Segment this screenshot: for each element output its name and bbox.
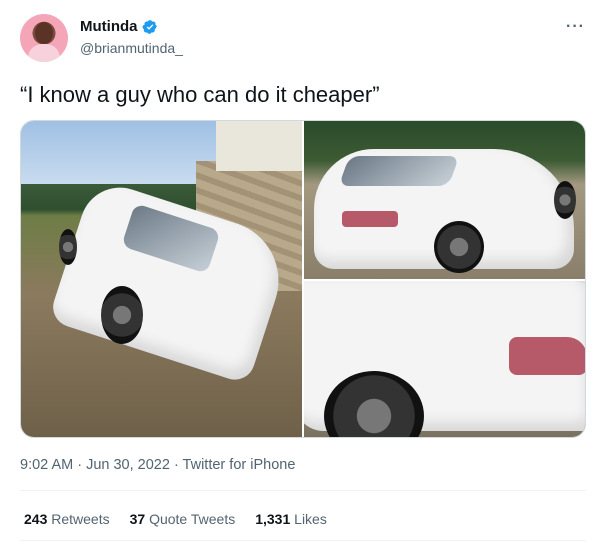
photo-car-front[interactable] (21, 121, 302, 437)
quote-tweets-stat[interactable]: 37 Quote Tweets (130, 511, 236, 527)
avatar-face (35, 22, 53, 44)
car-wheel (59, 229, 77, 265)
car-wheel (101, 286, 143, 344)
likes-count: 1,331 (255, 511, 291, 527)
retweets-count: 243 (24, 511, 48, 527)
author-handle[interactable]: @brianmutinda_ (80, 40, 183, 56)
car-wheel (554, 181, 576, 219)
author-display-name[interactable]: Mutinda (80, 18, 138, 35)
engagement-stats: 243 Retweets 37 Quote Tweets 1,331 Likes (24, 511, 327, 527)
car-taillight (509, 337, 585, 375)
avatar-body (28, 44, 60, 62)
retweets-label: Retweets (51, 511, 110, 527)
car-taillight (342, 211, 398, 227)
divider (20, 490, 586, 491)
car-rear-window (338, 156, 460, 186)
author-name-row[interactable]: Mutinda (80, 18, 158, 35)
retweets-stat[interactable]: 243 Retweets (24, 511, 110, 527)
house-wall (216, 121, 302, 171)
photo-car-rear[interactable] (304, 121, 585, 279)
likes-label: Likes (294, 511, 327, 527)
more-options-icon[interactable]: ··· (566, 18, 585, 36)
quotes-label: Quote Tweets (149, 511, 236, 527)
quotes-count: 37 (129, 511, 146, 527)
avatar[interactable] (20, 14, 68, 62)
tweet-timestamp[interactable]: 9:02 AM · Jun 30, 2022 · Twitter for iPh… (20, 457, 295, 473)
photo-car-closeup[interactable] (304, 281, 585, 437)
car-wheel (434, 221, 484, 273)
verified-badge-icon (142, 19, 157, 34)
divider (20, 540, 586, 541)
tweet-text: “I know a guy who can do it cheaper” (20, 82, 380, 107)
media-grid (20, 120, 586, 438)
likes-stat[interactable]: 1,331 Likes (255, 511, 327, 527)
tweet-card: Mutinda @brianmutinda_ ··· “I know a guy… (0, 0, 609, 545)
